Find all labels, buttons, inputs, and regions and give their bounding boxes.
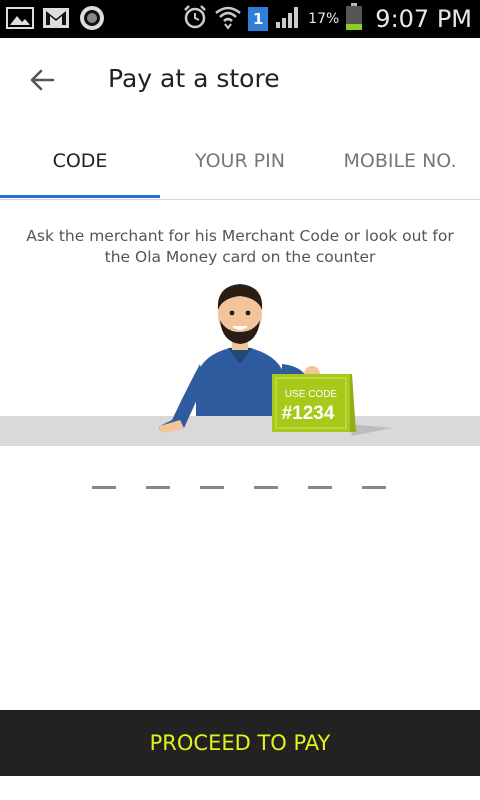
gallery-icon — [6, 5, 34, 31]
card-line2: #1234 — [282, 403, 335, 424]
merchant-illustration: USE CODE #1234 — [0, 280, 480, 450]
tab-mobile-no[interactable]: MOBILE NO. — [320, 124, 480, 198]
instruction-text: Ask the merchant for his Merchant Code o… — [26, 227, 454, 266]
proceed-to-pay-button[interactable]: PROCEED TO PAY — [0, 710, 480, 776]
status-bar: 1 17% 9:07 PM — [0, 0, 480, 38]
active-tab-indicator — [0, 195, 160, 198]
circle-app-icon — [78, 5, 106, 31]
gmail-icon — [42, 5, 70, 31]
battery-icon — [345, 3, 363, 35]
code-digit-slot[interactable] — [146, 486, 170, 489]
tab-code[interactable]: CODE — [0, 124, 160, 198]
battery-percent: 17% — [308, 11, 340, 27]
tab-bar: CODE YOUR PIN MOBILE NO. — [0, 124, 480, 200]
code-digit-slot[interactable] — [254, 486, 278, 489]
sim-icon: 1 — [248, 7, 269, 31]
wifi-icon — [214, 4, 242, 34]
back-arrow-icon[interactable] — [24, 62, 60, 98]
status-time: 9:07 PM — [375, 5, 472, 33]
card-line1: USE CODE — [285, 389, 338, 400]
code-digit-slot[interactable] — [92, 486, 116, 489]
sim-badge-text: 1 — [252, 10, 264, 28]
alarm-icon — [182, 4, 208, 34]
code-digit-slot[interactable] — [200, 486, 224, 489]
page-title: Pay at a store — [108, 64, 280, 93]
app-bar: Pay at a store — [0, 38, 480, 124]
merchant-code-input[interactable] — [92, 486, 386, 489]
signal-icon — [274, 5, 302, 33]
code-digit-slot[interactable] — [308, 486, 332, 489]
code-digit-slot[interactable] — [362, 486, 386, 489]
tab-your-pin[interactable]: YOUR PIN — [160, 124, 320, 198]
